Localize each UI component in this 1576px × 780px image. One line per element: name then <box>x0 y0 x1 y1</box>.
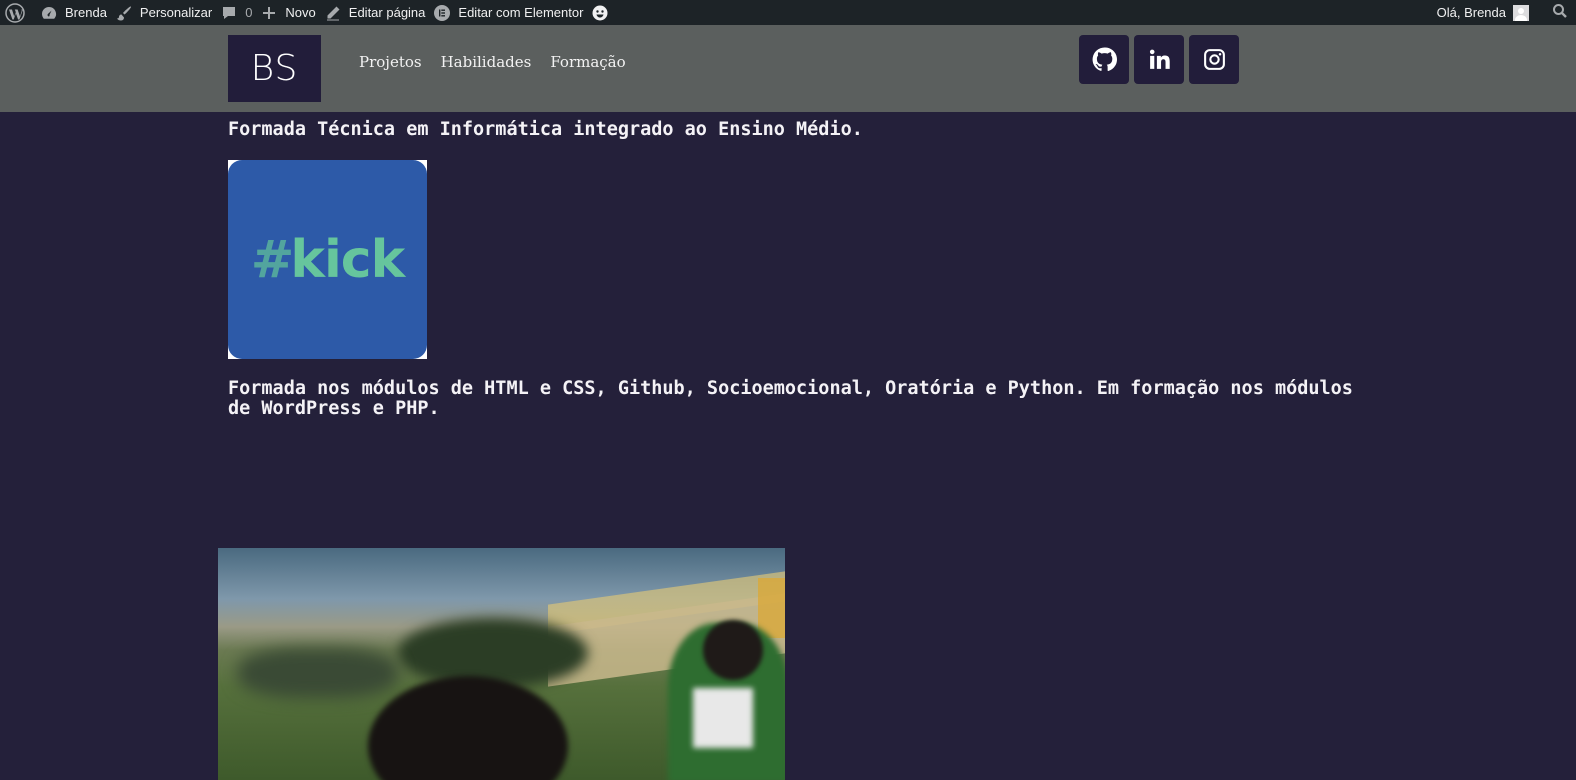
brush-icon <box>116 5 132 21</box>
kick-logo-hash: # <box>250 229 295 290</box>
smiley-icon <box>592 5 608 21</box>
photo-person-head <box>703 620 763 680</box>
kick-logo-word: kick <box>290 229 405 290</box>
dashboard-icon <box>41 5 57 21</box>
admin-customize-link[interactable]: Personalizar <box>116 0 221 25</box>
main-nav: Projetos Habilidades Formação <box>359 53 626 71</box>
plus-icon <box>261 5 277 21</box>
site-header: BS Projetos Habilidades Formação <box>0 25 1576 112</box>
nav-item-habilidades[interactable]: Habilidades <box>441 53 532 71</box>
kick-logo-image: # kick <box>228 160 427 359</box>
photo-trees-left <box>238 648 398 698</box>
photo-foreground-head <box>368 676 568 780</box>
education-text-2: Formada nos módulos de HTML e CSS, Githu… <box>228 378 1353 419</box>
admin-greeting: Olá, Brenda <box>1436 5 1506 20</box>
instagram-link[interactable] <box>1189 35 1239 84</box>
instagram-icon <box>1203 49 1225 70</box>
admin-new-label: Novo <box>285 5 316 20</box>
admin-comments-link[interactable]: 0 <box>221 0 261 25</box>
admin-account-link[interactable]: Olá, Brenda <box>1437 0 1552 25</box>
social-links <box>1079 35 1239 84</box>
linkedin-link[interactable] <box>1134 35 1184 84</box>
admin-site-link[interactable]: Brenda <box>41 0 116 25</box>
photo-person-shirt <box>693 688 753 748</box>
elementor-icon <box>434 4 451 21</box>
avatar <box>1513 4 1529 21</box>
admin-elementor-link[interactable]: Editar com Elementor <box>434 0 592 25</box>
nav-item-formacao[interactable]: Formação <box>550 53 625 71</box>
search-icon[interactable] <box>1552 3 1576 22</box>
nav-item-projetos[interactable]: Projetos <box>359 53 422 71</box>
profile-photo <box>218 548 785 780</box>
admin-new-link[interactable]: Novo <box>261 0 324 25</box>
pencil-icon <box>325 5 341 21</box>
github-icon <box>1092 47 1117 71</box>
education-text-1: Formada Técnica em Informática integrado… <box>228 119 863 140</box>
admin-site-name: Brenda <box>65 5 107 20</box>
admin-elementor-label: Editar com Elementor <box>458 5 584 20</box>
admin-extra-link[interactable] <box>592 0 625 25</box>
wordpress-logo-icon[interactable] <box>5 2 25 23</box>
admin-bar: Brenda Personalizar 0 Novo Editar página… <box>0 0 1576 25</box>
github-link[interactable] <box>1079 35 1129 84</box>
comment-icon <box>221 5 237 21</box>
admin-edit-page-label: Editar página <box>348 5 426 20</box>
admin-comments-count: 0 <box>245 5 253 20</box>
photo-yellow-wall <box>758 578 785 638</box>
linkedin-icon <box>1149 49 1170 69</box>
kick-logo: # kick <box>228 160 427 359</box>
admin-customize-label: Personalizar <box>139 5 213 20</box>
admin-edit-page-link[interactable]: Editar página <box>325 0 435 25</box>
site-logo[interactable]: BS <box>228 35 321 102</box>
